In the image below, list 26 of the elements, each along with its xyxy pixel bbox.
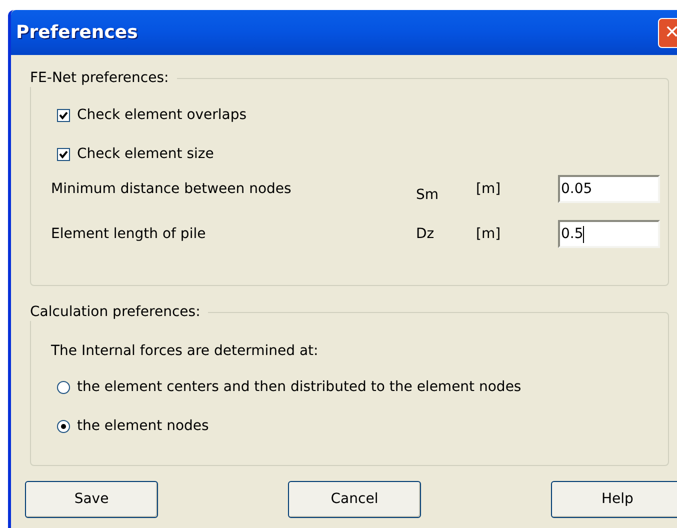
close-button[interactable]: ✕ bbox=[658, 18, 677, 48]
prompt-text: The Internal forces are determined at: bbox=[51, 343, 318, 359]
group-title: Calculation preferences: bbox=[30, 303, 208, 321]
field-label: Minimum distance between nodes bbox=[51, 180, 292, 198]
unit-label: [m] bbox=[476, 224, 502, 244]
unit-label: [m] bbox=[476, 180, 502, 198]
symbol-label: Sm bbox=[416, 186, 440, 204]
radio-button[interactable] bbox=[57, 420, 70, 432]
symbol-label: Dz bbox=[416, 224, 436, 244]
dialog-button[interactable]: Help bbox=[551, 481, 677, 518]
input-field[interactable]: 0.05 bbox=[558, 175, 660, 203]
checkbox[interactable] bbox=[57, 108, 70, 122]
radio-label: the element nodes bbox=[77, 416, 209, 436]
radio-label: the element centers and then distributed to the element nodes bbox=[77, 378, 522, 396]
checkbox-label: Check element overlaps bbox=[77, 106, 247, 124]
dialog-button[interactable]: Save bbox=[25, 481, 158, 518]
input-field[interactable]: 0.5 bbox=[558, 220, 660, 248]
checkmark-icon bbox=[59, 150, 68, 158]
checkmark-icon bbox=[59, 110, 68, 120]
radio-button[interactable] bbox=[57, 380, 70, 394]
checkbox[interactable] bbox=[57, 148, 70, 160]
field-label: Element length of pile bbox=[51, 224, 207, 244]
window-title: Preferences bbox=[16, 21, 138, 45]
checkbox-label: Check element size bbox=[77, 144, 214, 164]
group-title: FE-Net preferences: bbox=[30, 69, 177, 87]
dialog-button[interactable]: Cancel bbox=[288, 481, 421, 518]
